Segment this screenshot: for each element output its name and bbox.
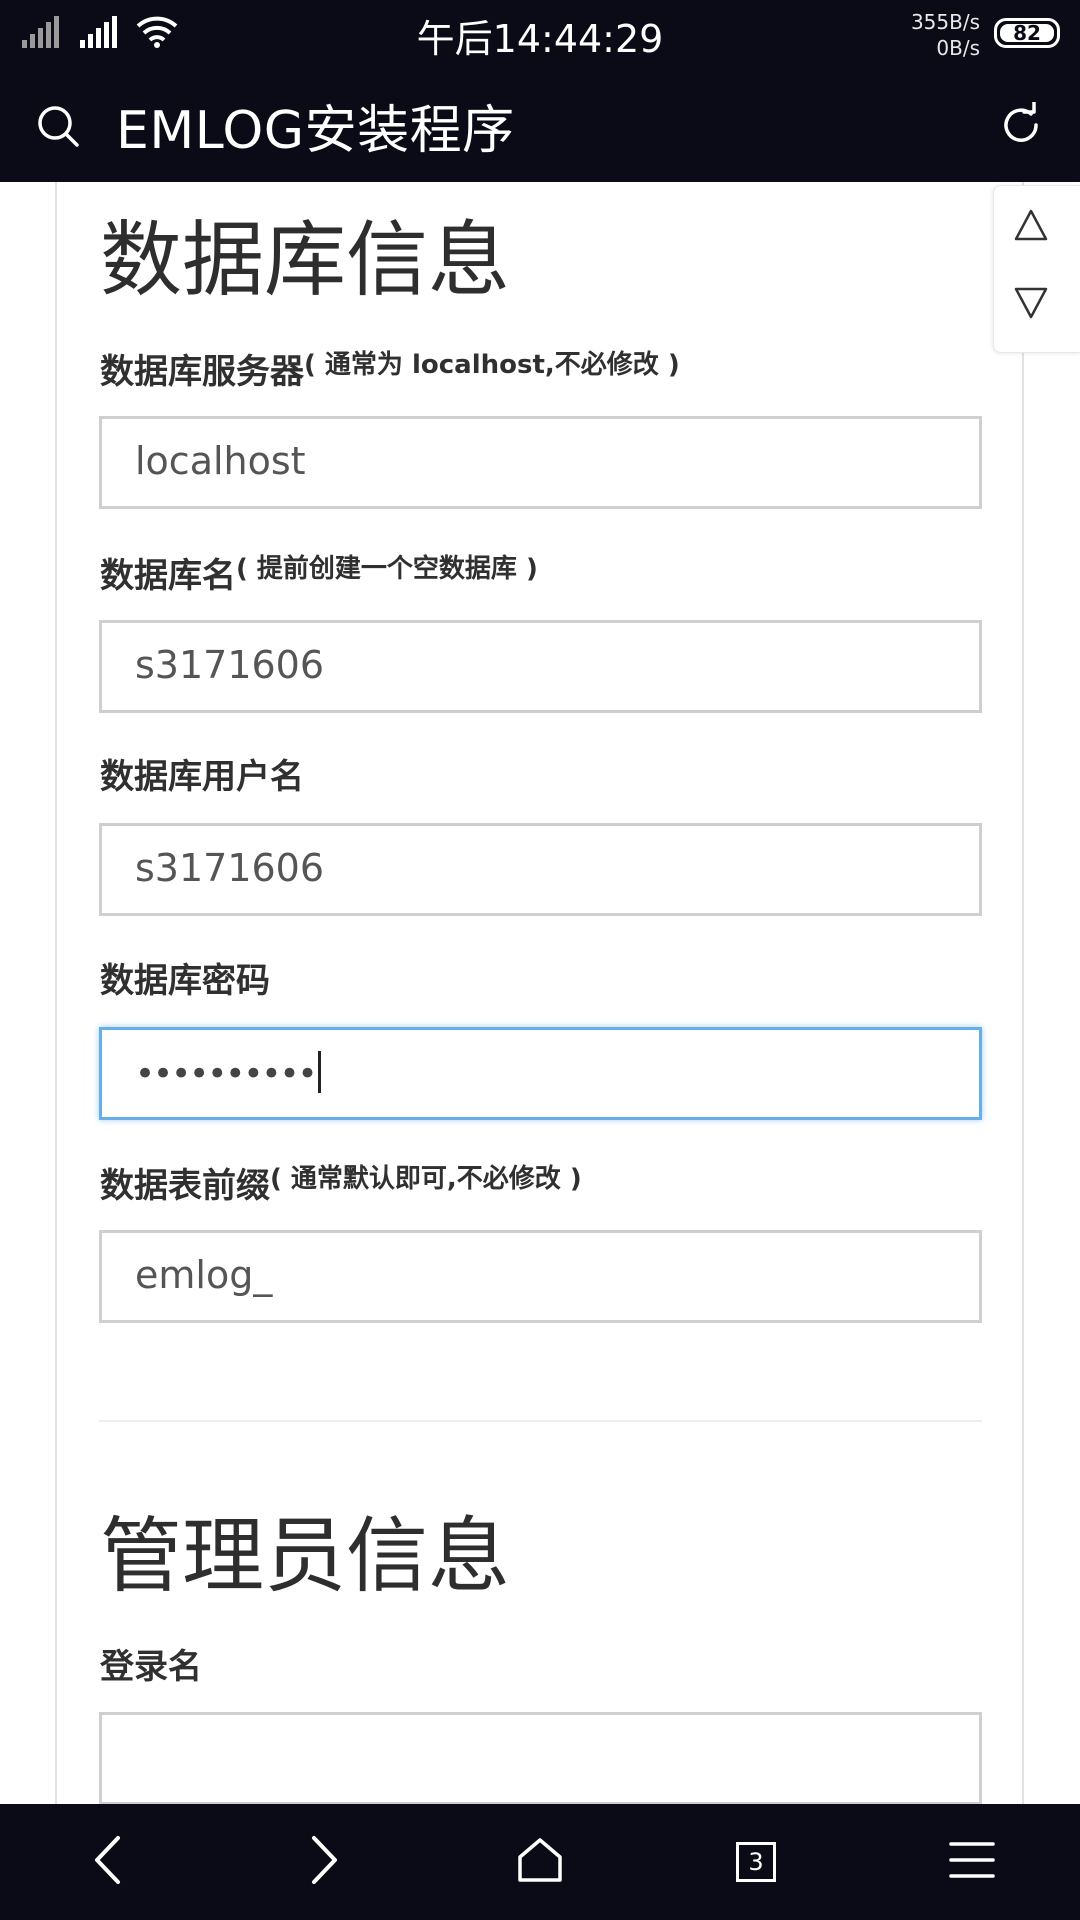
back-button[interactable] — [48, 1804, 168, 1920]
menu-icon — [949, 1840, 995, 1884]
top-bar: 午后14:44:29 355B/s 0B/s 82 EMLOG安装程序 — [0, 0, 1080, 182]
tabs-button[interactable]: 3 — [696, 1804, 816, 1920]
db-password-value: •••••••••• — [135, 1050, 321, 1094]
net-speed-down: 0B/s — [936, 36, 980, 60]
tab-count: 3 — [748, 1848, 764, 1876]
container-border-right — [1022, 182, 1024, 1804]
status-bar: 午后14:44:29 355B/s 0B/s 82 — [0, 0, 1080, 70]
page-title[interactable]: EMLOG安装程序 — [116, 88, 515, 163]
reload-icon[interactable] — [998, 100, 1044, 152]
admin-section-heading: 管理员信息 — [100, 1509, 511, 1604]
db-password-input[interactable]: •••••••••• — [99, 1027, 982, 1120]
scroll-up-icon[interactable] — [1014, 208, 1048, 246]
home-button[interactable] — [480, 1804, 600, 1920]
scroll-panel — [993, 185, 1080, 353]
forward-icon — [308, 1835, 340, 1889]
db-section-heading: 数据库信息 — [100, 213, 511, 308]
table-prefix-input[interactable]: emlog_ — [99, 1230, 982, 1323]
bottom-nav: 3 — [0, 1804, 1080, 1920]
text-caret — [317, 1051, 321, 1093]
db-user-label-text: 数据库用户名 — [100, 757, 304, 797]
db-user-value: s3171606 — [135, 846, 325, 890]
login-name-label-text: 登录名 — [100, 1647, 202, 1687]
db-password-label: 数据库密码 — [100, 964, 270, 998]
db-server-hint: ( 通常为 localhost,不必修改 ) — [304, 350, 680, 380]
tabs-icon: 3 — [736, 1842, 776, 1882]
title-bar: EMLOG安装程序 — [0, 70, 1080, 182]
db-user-input[interactable]: s3171606 — [99, 823, 982, 916]
db-user-label: 数据库用户名 — [100, 760, 304, 794]
forward-button[interactable] — [264, 1804, 384, 1920]
db-name-label: 数据库名( 提前创建一个空数据库 ) — [100, 556, 538, 593]
table-prefix-hint: ( 通常默认即可,不必修改 ) — [270, 1164, 582, 1194]
table-prefix-label-text: 数据表前缀 — [100, 1166, 270, 1206]
home-icon — [517, 1837, 563, 1887]
container-border-left — [55, 182, 57, 1804]
db-password-label-text: 数据库密码 — [100, 961, 270, 1001]
login-name-label: 登录名 — [100, 1650, 202, 1684]
browser-screen: 午后14:44:29 355B/s 0B/s 82 EMLOG安装程序 数据库信… — [0, 0, 1080, 1920]
net-speed: 355B/s 0B/s — [911, 9, 980, 61]
db-name-input[interactable]: s3171606 — [99, 620, 982, 713]
db-name-hint: ( 提前创建一个空数据库 ) — [236, 554, 538, 584]
db-server-label-text: 数据库服务器 — [100, 352, 304, 392]
login-name-input[interactable] — [99, 1712, 982, 1804]
back-icon — [92, 1835, 124, 1889]
net-speed-up: 355B/s — [910, 10, 980, 34]
password-dots: •••••••••• — [135, 1054, 318, 1094]
search-icon[interactable] — [36, 104, 80, 152]
table-prefix-value: emlog_ — [135, 1253, 273, 1297]
section-divider — [99, 1420, 982, 1422]
db-name-label-text: 数据库名 — [100, 556, 236, 596]
battery-level: 82 — [1000, 23, 1054, 43]
db-name-value: s3171606 — [135, 643, 325, 687]
scroll-down-icon[interactable] — [1014, 286, 1048, 324]
db-server-label: 数据库服务器( 通常为 localhost,不必修改 ) — [100, 352, 680, 389]
table-prefix-label: 数据表前缀( 通常默认即可,不必修改 ) — [100, 1166, 582, 1203]
db-server-value: localhost — [135, 439, 306, 483]
page-content: 数据库信息 数据库服务器( 通常为 localhost,不必修改 ) local… — [0, 182, 1080, 1804]
db-server-input[interactable]: localhost — [99, 416, 982, 509]
battery-icon: 82 — [994, 18, 1060, 48]
menu-button[interactable] — [912, 1804, 1032, 1920]
